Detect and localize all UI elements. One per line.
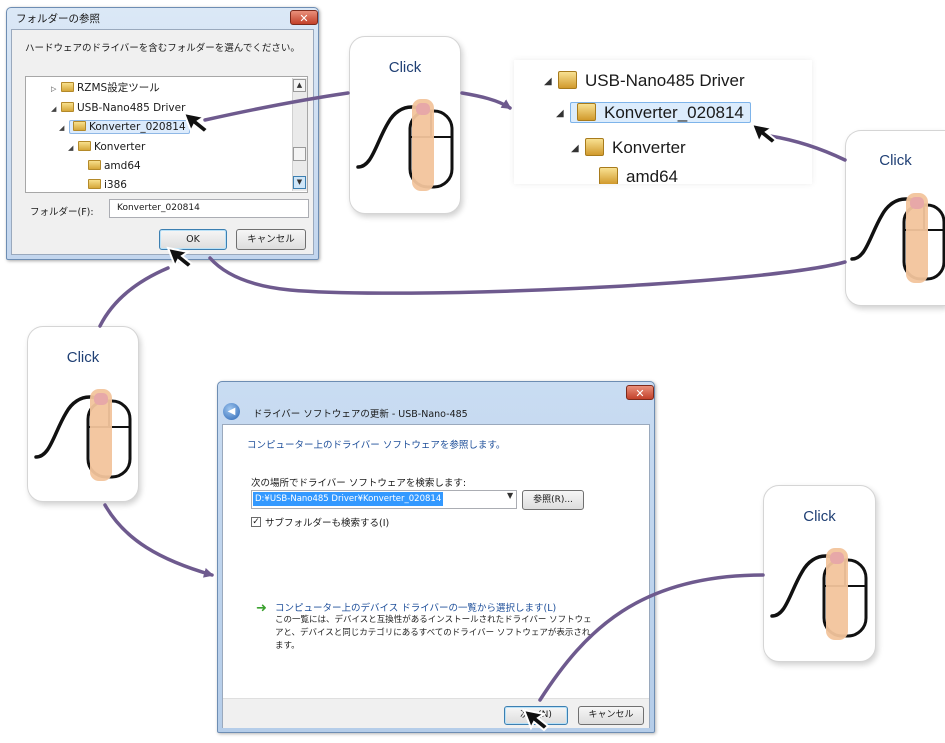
cursor-icons — [166, 111, 778, 732]
arrow-card2-to-ok — [208, 256, 847, 295]
arrow-card3-to-ok — [98, 266, 170, 328]
arrow-card1-to-tree — [203, 91, 350, 122]
arrow-card4-to-next — [538, 573, 765, 702]
cursor-icon — [166, 246, 194, 270]
arrow-card1-to-zoom — [460, 91, 512, 110]
arrow-card3-to-driver — [103, 503, 214, 578]
arrow-card2-to-zoom — [768, 134, 847, 162]
cursor-icon — [522, 708, 550, 732]
cursor-icon — [182, 111, 210, 135]
cursor-icon — [750, 122, 778, 146]
flow-arrows — [98, 91, 847, 732]
